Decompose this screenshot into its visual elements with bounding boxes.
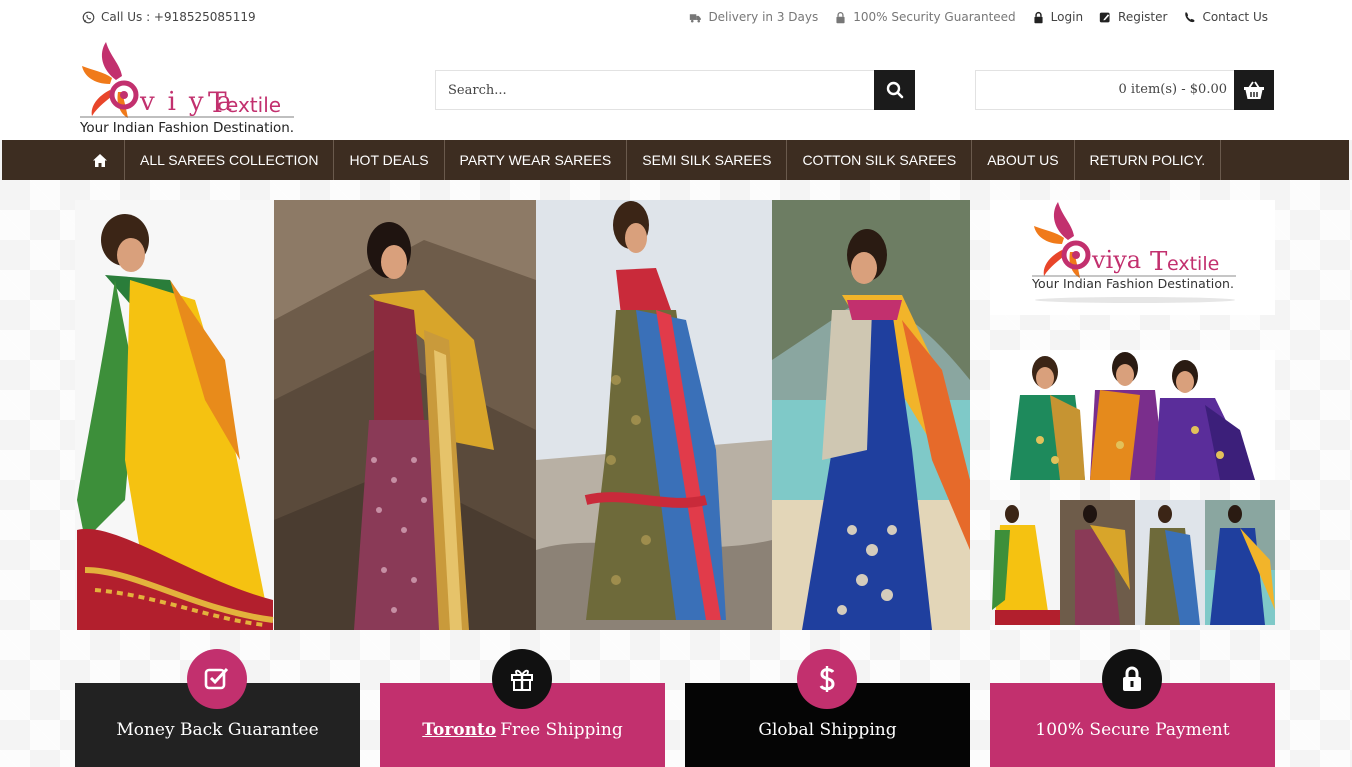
nav-about-us[interactable]: ABOUT US [972, 140, 1075, 180]
contact-link[interactable]: Contact Us [1183, 10, 1268, 24]
nav-return-policy[interactable]: RETURN POLICY. [1075, 140, 1222, 180]
banner-photo-3 [536, 200, 772, 630]
truck-icon [690, 13, 702, 22]
feature-secure-payment-label: 100% Secure Payment [1035, 720, 1230, 740]
feature-money-back-label: Money Back Guarantee [116, 720, 319, 740]
delivery-text: Delivery in 3 Days [708, 10, 819, 24]
whatsapp-icon [82, 11, 95, 23]
svg-text:extile: extile [1167, 253, 1219, 275]
main-navigation: ALL SAREES COLLECTION HOT DEALS PARTY WE… [2, 140, 1349, 180]
cart-box[interactable]: 0 item(s) - $0.00 [975, 70, 1274, 110]
basket-icon [1244, 81, 1264, 99]
contact-label: Contact Us [1202, 10, 1268, 24]
hero-banner[interactable] [75, 200, 970, 630]
top-bar: Call Us : +918525085119 Delivery in 3 Da… [82, 10, 1268, 30]
side-image-models[interactable] [990, 350, 1275, 480]
logo-flower-icon [1034, 202, 1091, 278]
side-logo-banner[interactable]: viya T extile Your Indian Fashion Destin… [990, 200, 1275, 315]
feature-global-shipping-label: Global Shipping [758, 720, 897, 740]
nav-party-wear[interactable]: PARTY WEAR SAREES [445, 140, 628, 180]
home-icon [93, 153, 107, 167]
lock-icon [1123, 666, 1141, 691]
nav-cotton-silk[interactable]: COTTON SILK SAREES [787, 140, 973, 180]
feature-free-shipping-badge [492, 649, 552, 709]
security-info: 100% Security Guaranteed [834, 10, 1016, 24]
cart-button[interactable] [1234, 70, 1274, 110]
search-button[interactable] [874, 70, 915, 110]
banner-photo-1 [75, 200, 274, 630]
banner-photo-4 [772, 200, 970, 630]
feature-free-shipping-location[interactable]: Toronto [422, 720, 496, 740]
call-us: Call Us : +918525085119 [82, 10, 256, 24]
feature-money-back-badge [187, 649, 247, 709]
search-input[interactable] [436, 71, 874, 109]
edit-icon [1099, 12, 1110, 22]
nav-all-sarees[interactable]: ALL SAREES COLLECTION [125, 140, 335, 180]
feature-secure-payment-badge [1102, 649, 1162, 709]
svg-text:extile: extile [226, 93, 281, 117]
lock-icon [1034, 11, 1043, 23]
gift-icon [511, 669, 533, 691]
side-image-collage[interactable] [990, 500, 1275, 625]
feature-free-shipping-label: Free Shipping [500, 720, 623, 740]
login-link[interactable]: Login [1032, 10, 1083, 24]
logo-tagline: Your Indian Fashion Destination. [80, 120, 294, 136]
dollar-icon [819, 666, 835, 692]
logo-flower-icon [82, 42, 139, 118]
search-box [435, 70, 915, 110]
site-logo[interactable]: viya T extile Your Indian Fashion Destin… [79, 40, 300, 136]
cart-summary: 0 item(s) - $0.00 [1118, 82, 1228, 97]
side-logo-tagline: Your Indian Fashion Destination. [1031, 276, 1234, 291]
register-link[interactable]: Register [1099, 10, 1167, 24]
svg-text:viya: viya [1091, 246, 1141, 274]
nav-hot-deals[interactable]: HOT DEALS [334, 140, 445, 180]
search-icon [886, 81, 903, 99]
login-label: Login [1050, 10, 1084, 24]
banner-photo-2 [274, 200, 536, 630]
call-us-text: Call Us : +918525085119 [101, 10, 256, 24]
delivery-info: Delivery in 3 Days [689, 10, 818, 24]
svg-text:T: T [1150, 247, 1168, 277]
check-square-icon [204, 667, 229, 690]
security-text: 100% Security Guaranteed [853, 10, 1016, 24]
nav-semi-silk[interactable]: SEMI SILK SAREES [627, 140, 788, 180]
nav-home[interactable] [76, 140, 125, 180]
feature-global-shipping-badge [797, 649, 857, 709]
svg-text:T: T [208, 86, 227, 119]
register-label: Register [1118, 10, 1168, 24]
lock-icon [836, 11, 845, 23]
phone-icon [1185, 11, 1195, 22]
